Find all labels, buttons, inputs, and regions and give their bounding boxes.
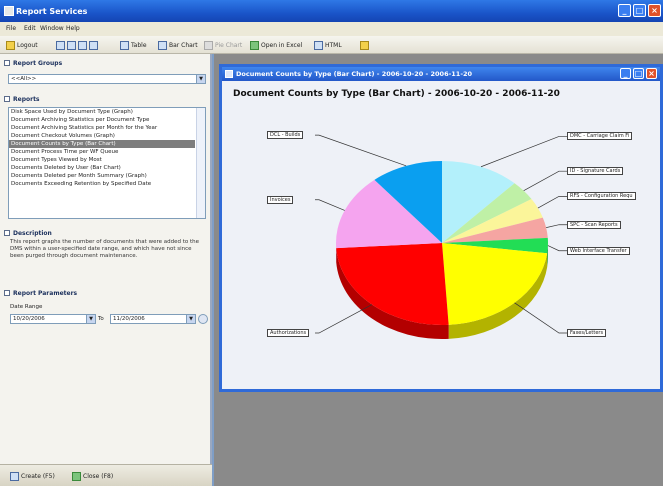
maximize-icon[interactable]: □	[633, 4, 646, 17]
pie-chart-button[interactable]: Pie Chart	[204, 40, 242, 51]
date-to-picker[interactable]: 11/20/2006 ▼	[110, 314, 196, 324]
slice-label: Authorizations	[267, 329, 310, 337]
leader-line	[547, 245, 567, 252]
menu-bar: File Edit Window Help	[0, 22, 663, 36]
bar-chart-icon	[158, 41, 167, 50]
description-header[interactable]: Description	[4, 230, 52, 237]
chevron-down-icon[interactable]: ▼	[186, 315, 195, 323]
slice-label: DCL - Builds	[267, 131, 304, 140]
filter-button[interactable]	[360, 40, 369, 51]
chevron-down-icon[interactable]: ▼	[196, 75, 205, 83]
view-buttons	[56, 40, 98, 51]
bottom-bar: Create (F5) Close (F8)	[0, 464, 212, 486]
slice-label: ID - Signature Cards	[567, 167, 624, 176]
create-icon	[10, 472, 19, 481]
collapse-icon	[4, 96, 10, 102]
app-icon	[4, 6, 14, 16]
window-title: Report Services	[16, 7, 88, 16]
chart-window: Document Counts by Type (Bar Chart) - 20…	[219, 64, 663, 392]
key-icon	[6, 41, 15, 50]
title-bar: Report Services _ □ ×	[0, 0, 663, 22]
html-button[interactable]: HTML	[314, 40, 342, 51]
open-in-excel-button[interactable]: Open in Excel	[250, 40, 302, 51]
list-item[interactable]: Document Archiving Statistics per Month …	[9, 124, 195, 132]
grid-icon[interactable]	[56, 41, 65, 50]
report-groups-header[interactable]: Report Groups	[4, 60, 62, 67]
slice-label: RFS - Configuration Requ	[567, 192, 636, 201]
pie-slice	[336, 243, 449, 325]
reports-header[interactable]: Reports	[4, 96, 40, 103]
slice-label: Web Interface Transfer	[567, 246, 630, 255]
params-header[interactable]: Report Parameters	[4, 290, 77, 297]
excel-icon	[250, 41, 259, 50]
filter-icon	[360, 41, 369, 50]
menu-help[interactable]: Help	[66, 25, 80, 32]
close-arrow-icon	[72, 472, 81, 481]
list-item[interactable]: Document Archiving Statistics per Docume…	[9, 116, 195, 124]
collapse-icon	[4, 60, 10, 66]
minimize-icon[interactable]: _	[618, 4, 631, 17]
list-item[interactable]: Document Process Time per WF Queue	[9, 148, 195, 156]
list-item[interactable]: Documents Deleted per Month Summary (Gra…	[9, 172, 195, 180]
leader-line	[523, 170, 567, 192]
list-item-selected[interactable]: Document Counts by Type (Bar Chart)	[9, 140, 195, 148]
pie-chart-icon	[204, 41, 213, 50]
menu-file[interactable]: File	[6, 25, 16, 32]
table-button[interactable]: Table	[120, 40, 147, 51]
leader-line	[315, 134, 407, 167]
refresh-icon[interactable]	[198, 314, 208, 324]
date-range-label: Date Range	[10, 304, 43, 310]
chevron-down-icon[interactable]: ▼	[86, 315, 95, 323]
create-button[interactable]: Create (F5)	[10, 471, 55, 482]
reports-list[interactable]: Disk Space Used by Document Type (Graph)…	[8, 107, 206, 219]
list-scrollbar[interactable]	[196, 108, 205, 218]
list-item[interactable]: Disk Space Used by Document Type (Graph)	[9, 108, 195, 116]
slice-label: SPC - Scan Reports	[567, 220, 621, 229]
menu-edit[interactable]: Edit	[24, 25, 36, 32]
close-icon[interactable]: ×	[648, 4, 661, 17]
collapse-icon	[4, 290, 10, 296]
leader-line	[315, 199, 345, 211]
collapse-icon	[4, 230, 10, 236]
menu-window[interactable]: Window	[40, 25, 64, 32]
description-text: This report graphs the number of documen…	[10, 239, 199, 259]
leader-line	[537, 196, 567, 209]
date-from-picker[interactable]: 10/20/2006 ▼	[10, 314, 96, 324]
leader-line	[315, 304, 373, 334]
list-item[interactable]: Documents Exceeding Retention by Specifi…	[9, 180, 195, 188]
slice-label: Invoices	[267, 195, 294, 204]
pie-slice	[442, 243, 548, 325]
grid4-icon[interactable]	[89, 41, 98, 50]
logout-button[interactable]: Logout	[6, 40, 38, 51]
report-group-select[interactable]: <<All>> ▼	[8, 74, 206, 84]
grid3-icon[interactable]	[78, 41, 87, 50]
slice-label: DMC - Carriage Claim Fi	[567, 132, 633, 141]
leader-line	[546, 224, 567, 228]
grid2-icon[interactable]	[67, 41, 76, 50]
table-icon	[120, 41, 129, 50]
close-button[interactable]: Close (F8)	[72, 471, 113, 482]
list-item[interactable]: Document Checkout Volumes (Graph)	[9, 132, 195, 140]
list-item[interactable]: Documents Deleted by User (Bar Chart)	[9, 164, 195, 172]
globe-icon	[314, 41, 323, 50]
to-label: To	[98, 316, 104, 322]
leader-line	[480, 136, 567, 168]
bar-chart-button[interactable]: Bar Chart	[158, 40, 198, 51]
toolbar: Logout Table Bar Chart Pie Chart Open in…	[0, 36, 663, 54]
list-item[interactable]: Document Types Viewed by Most	[9, 156, 195, 164]
slice-label: Faxes/Letters	[567, 329, 607, 337]
